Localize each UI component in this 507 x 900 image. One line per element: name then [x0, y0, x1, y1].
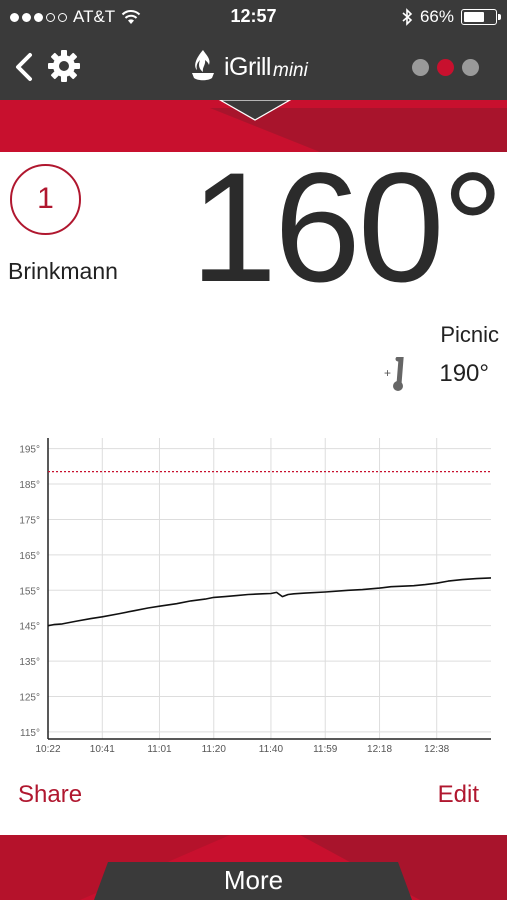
- app-suffix: mini: [273, 60, 308, 81]
- battery-percent: 66%: [419, 7, 454, 26]
- y-tick-label: 125°: [19, 693, 40, 704]
- flame-icon: [192, 50, 214, 81]
- status-right: 66%: [402, 7, 501, 27]
- battery-fill: [464, 12, 484, 22]
- y-tick-label: 115°: [20, 728, 40, 739]
- y-tick-label: 135°: [19, 657, 40, 668]
- x-tick-label: 11:01: [147, 744, 172, 755]
- app-name: iGrill: [224, 53, 272, 81]
- page-dot[interactable]: [462, 59, 479, 76]
- edit-button[interactable]: Edit: [438, 781, 479, 809]
- temperature-series-line: [47, 577, 492, 627]
- page-dot[interactable]: [437, 59, 454, 76]
- x-tick-label: 11:20: [202, 744, 227, 755]
- y-tick-label: 145°: [19, 622, 40, 633]
- x-tick-label: 11:40: [259, 744, 284, 755]
- probe-number-badge[interactable]: 1: [10, 164, 81, 235]
- gear-icon[interactable]: [46, 48, 82, 84]
- y-tick-label: 195°: [19, 445, 40, 456]
- more-button[interactable]: More: [0, 865, 507, 896]
- bluetooth-icon: [402, 8, 413, 26]
- preset-name[interactable]: Picnic: [440, 322, 499, 348]
- nav-bar: iGrill mini: [0, 34, 507, 100]
- battery-icon: [461, 9, 501, 25]
- y-tick-label: 175°: [19, 515, 40, 526]
- footer: More: [0, 835, 507, 900]
- x-tick-label: 12:38: [424, 744, 449, 755]
- y-tick-label: 185°: [19, 480, 40, 491]
- temperature-chart[interactable]: 195° 185° 175° 165° 155° 145° 135° 125° 115° 10:2…: [0, 430, 507, 760]
- svg-text:+: +: [384, 366, 391, 380]
- app-logo: iGrill mini: [188, 48, 308, 82]
- x-tick-label: 10:41: [90, 744, 115, 755]
- thermometer-icon: +: [384, 357, 404, 391]
- y-tick-label: 165°: [19, 551, 40, 562]
- back-chevron-icon[interactable]: [10, 50, 38, 84]
- page-indicator[interactable]: [412, 59, 479, 76]
- target-temperature: 190°: [439, 360, 489, 387]
- y-tick-label: 155°: [19, 586, 40, 597]
- x-tick-label: 10:22: [35, 744, 60, 755]
- probe-name: Brinkmann: [8, 258, 118, 284]
- current-temperature: 160°: [190, 141, 504, 315]
- share-button[interactable]: Share: [18, 781, 82, 809]
- x-tick-label: 11:59: [313, 744, 338, 755]
- status-bar: AT&T 12:57 66%: [0, 0, 507, 34]
- x-tick-label: 12:18: [367, 744, 392, 755]
- page-dot[interactable]: [412, 59, 429, 76]
